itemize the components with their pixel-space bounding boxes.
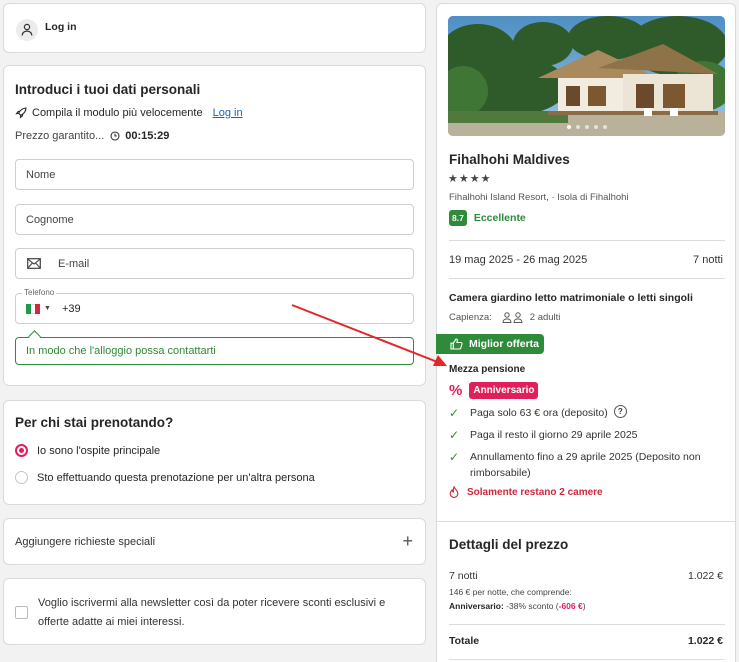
login-link[interactable]: Log in bbox=[45, 21, 77, 33]
plus-icon[interactable]: + bbox=[402, 531, 413, 552]
carousel-dot[interactable] bbox=[602, 125, 607, 129]
review-rating: 8.7 Eccellente bbox=[449, 210, 526, 226]
booking-for-card: Per chi stai prenotando? Io sono l'ospit… bbox=[3, 400, 426, 505]
promo-row: % Anniversario bbox=[449, 382, 539, 399]
hotel-photo[interactable] bbox=[448, 16, 725, 136]
phone-hint: In modo che l'alloggio possa contattarti bbox=[15, 337, 414, 365]
room-title: Camera giardino letto matrimoniale o let… bbox=[449, 292, 693, 304]
best-offer-label: Miglior offerta bbox=[469, 338, 539, 350]
italy-flag-icon[interactable] bbox=[26, 303, 41, 314]
chevron-down-icon[interactable]: ▼ bbox=[44, 305, 51, 312]
price-amount: 1.022 € bbox=[687, 570, 723, 582]
phone-label: Telefono bbox=[22, 288, 57, 297]
star-rating: ★★★★ bbox=[448, 173, 492, 185]
stay-nights: 7 notti bbox=[693, 254, 723, 266]
login-link-inline[interactable]: Log in bbox=[213, 107, 243, 119]
hotel-location: Fihalhohi Island Resort, · Isola di Fiha… bbox=[449, 192, 629, 203]
radio-other-person[interactable]: Sto effettuando questa prenotazione per … bbox=[15, 471, 315, 484]
total-label: Totale bbox=[449, 635, 480, 647]
radio-main-label: Io sono l'ospite principale bbox=[37, 444, 161, 457]
pay-rest-text: Paga il resto il giorno 29 aprile 2025 bbox=[470, 429, 638, 441]
section-title: Introduci i tuoi dati personali bbox=[15, 82, 201, 97]
divider bbox=[437, 521, 735, 522]
thumbs-up-icon bbox=[450, 338, 463, 350]
hotel-name: Fihalhohi Maldives bbox=[449, 152, 570, 167]
phone-prefix: +39 bbox=[61, 302, 81, 315]
percent-icon: % bbox=[449, 382, 463, 399]
pay-now-text: Paga solo 63 € ora (deposito) bbox=[470, 407, 608, 419]
radio-selected-icon[interactable] bbox=[15, 444, 28, 457]
newsletter-card: Voglio iscrivermi alla newsletter così d… bbox=[3, 578, 426, 645]
fast-fill-text: Compila il modulo più velocemente bbox=[32, 107, 203, 119]
carousel-dot[interactable] bbox=[575, 125, 580, 129]
price-discount: Anniversario: -38% sconto (-606 €) bbox=[449, 601, 586, 611]
phone-field[interactable]: ▼ +39 bbox=[15, 293, 414, 324]
capacity-value: 2 adulti bbox=[529, 312, 561, 323]
carousel-dot[interactable] bbox=[566, 125, 571, 129]
check-icon: ✓ bbox=[449, 406, 460, 420]
check-icon: ✓ bbox=[449, 428, 460, 442]
divider bbox=[449, 240, 725, 241]
rocket-icon bbox=[15, 107, 27, 119]
countdown-timer: 00:15:29 bbox=[125, 130, 170, 142]
divider bbox=[449, 659, 725, 660]
newsletter-checkbox[interactable] bbox=[15, 606, 28, 619]
cancellation-text: Annullamento fino a 29 aprile 2025 (Depo… bbox=[470, 451, 701, 479]
discount-label: Anniversario: bbox=[449, 601, 504, 611]
pay-now-row: ✓ Paga solo 63 € ora (deposito) ? bbox=[449, 405, 627, 421]
price-details-title: Dettagli del prezzo bbox=[449, 537, 569, 552]
flame-icon bbox=[449, 486, 459, 498]
price-nights: 7 notti bbox=[449, 570, 478, 582]
help-icon[interactable]: ? bbox=[613, 405, 627, 418]
hotel-photo-image bbox=[448, 16, 725, 136]
carousel-dots[interactable] bbox=[448, 125, 725, 129]
check-icon: ✓ bbox=[449, 450, 460, 464]
rating-label: Eccellente bbox=[473, 212, 526, 224]
radio-other-label: Sto effettuando questa prenotazione per … bbox=[37, 471, 315, 484]
score-badge: 8.7 bbox=[449, 210, 467, 226]
pay-rest-row: ✓ Paga il resto il giorno 29 aprile 2025 bbox=[449, 427, 638, 443]
radio-unselected-icon[interactable] bbox=[15, 471, 28, 484]
carousel-dot[interactable] bbox=[593, 125, 598, 129]
personal-data-card: Introduci i tuoi dati personali Compila … bbox=[3, 65, 426, 386]
surname-field[interactable]: Cognome bbox=[15, 204, 414, 235]
price-guarantee-row: Prezzo garantito... 00:15:29 bbox=[15, 130, 169, 142]
clock-icon bbox=[110, 131, 120, 141]
stay-dates: 19 mag 2025 - 26 mag 2025 bbox=[449, 254, 588, 266]
board-type: Mezza pensione bbox=[449, 364, 526, 375]
login-card: Log in bbox=[3, 3, 426, 53]
mail-icon bbox=[27, 258, 41, 269]
user-icon[interactable] bbox=[16, 19, 38, 41]
special-requests-label: Aggiungere richieste speciali bbox=[15, 536, 156, 548]
adults-icon bbox=[502, 312, 523, 323]
name-field[interactable]: Nome bbox=[15, 159, 414, 190]
room-capacity: Capienza: 2 adulti bbox=[449, 312, 560, 323]
email-field[interactable]: E-mail bbox=[15, 248, 414, 279]
newsletter-text: Voglio iscrivermi alla newsletter così d… bbox=[38, 597, 386, 628]
surname-placeholder: Cognome bbox=[26, 213, 74, 226]
divider bbox=[449, 624, 725, 625]
email-placeholder: E-mail bbox=[58, 257, 90, 270]
name-placeholder: Nome bbox=[26, 168, 56, 181]
rooms-left-alert: Solamente restano 2 camere bbox=[449, 486, 603, 498]
promo-badge: Anniversario bbox=[469, 382, 539, 399]
carousel-dot[interactable] bbox=[584, 125, 589, 129]
radio-main-guest[interactable]: Io sono l'ospite principale bbox=[15, 444, 160, 457]
guarantee-text: Prezzo garantito... bbox=[15, 130, 105, 142]
best-offer-badge: Miglior offerta bbox=[436, 334, 544, 354]
hotel-summary-card: Fihalhohi Maldives ★★★★ Fihalhohi Island… bbox=[436, 3, 736, 662]
divider bbox=[449, 278, 725, 279]
booking-for-title: Per chi stai prenotando? bbox=[15, 415, 174, 430]
price-per-night: 146 € per notte, che comprende: bbox=[449, 587, 572, 597]
capacity-label: Capienza: bbox=[449, 312, 492, 323]
total-value: 1.022 € bbox=[687, 635, 723, 647]
special-requests-card[interactable]: Aggiungere richieste speciali + bbox=[3, 518, 426, 565]
fast-fill-row: Compila il modulo più velocemente Log in bbox=[15, 107, 243, 119]
discount-value: -606 € bbox=[558, 601, 583, 611]
phone-hint-text: In modo che l'alloggio possa contattarti bbox=[26, 345, 216, 357]
cancellation-row: ✓ Annullamento fino a 29 aprile 2025 (De… bbox=[449, 449, 725, 481]
rooms-left-text: Solamente restano 2 camere bbox=[467, 486, 603, 498]
discount-text: -38% sconto bbox=[506, 601, 554, 611]
